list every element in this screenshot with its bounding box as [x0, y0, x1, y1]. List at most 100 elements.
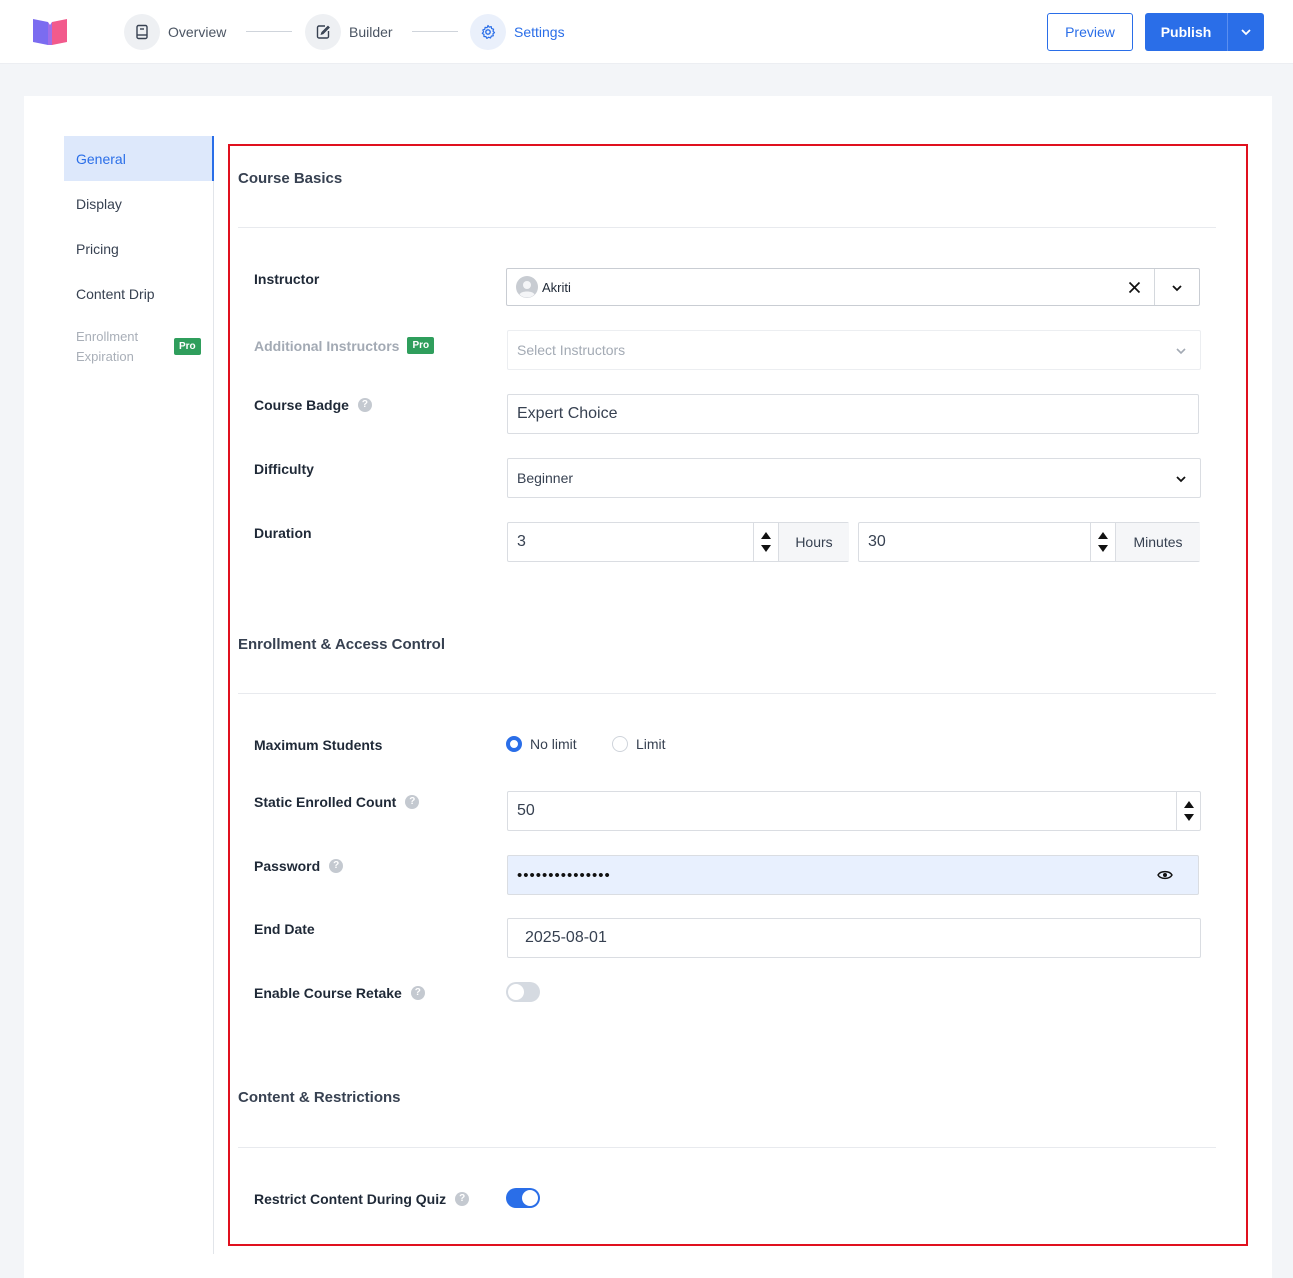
sidebar-item-display[interactable]: Display	[64, 181, 214, 226]
publish-options-button[interactable]	[1227, 13, 1264, 51]
step-settings[interactable]: Settings	[470, 14, 565, 50]
duration-label: Duration	[254, 525, 312, 541]
sidebar-item-enrollment-expiration: Enrollment Expiration Pro	[64, 327, 214, 371]
minutes-stepper[interactable]	[1090, 523, 1114, 561]
general-settings-panel	[228, 144, 1248, 1246]
chevron-down-icon	[1176, 348, 1186, 355]
step-label: Overview	[168, 24, 227, 40]
duration-hours-value: 3	[517, 533, 526, 550]
publish-button[interactable]: Publish	[1145, 13, 1227, 51]
pro-badge: Pro	[407, 337, 435, 354]
static-enrolled-value: 50	[517, 802, 535, 819]
decrement-icon[interactable]	[760, 545, 771, 552]
chevron-down-icon	[1241, 29, 1251, 36]
course-badge-label: Course Badge ?	[254, 397, 372, 413]
sidebar-item-content-drip[interactable]: Content Drip	[64, 271, 214, 316]
section-divider	[238, 693, 1216, 694]
chevron-down-icon	[1176, 476, 1186, 483]
avatar	[516, 276, 538, 298]
step-label: Builder	[349, 24, 393, 40]
step-connector	[412, 31, 458, 32]
minutes-unit: Minutes	[1115, 523, 1200, 561]
radio-unselected-icon	[612, 736, 628, 752]
restrict-quiz-toggle[interactable]	[506, 1188, 540, 1208]
sidebar-item-general[interactable]: General	[64, 136, 214, 181]
radio-no-limit[interactable]: No limit	[506, 736, 577, 752]
static-enrolled-input[interactable]: 50	[507, 791, 1201, 831]
book-icon	[124, 14, 160, 50]
password-input[interactable]: •••••••••••••••	[507, 855, 1199, 895]
section-divider	[238, 1147, 1216, 1148]
sidebar-item-label: Content Drip	[76, 285, 155, 302]
password-label: Password ?	[254, 858, 344, 874]
course-retake-label: Enable Course Retake ?	[254, 985, 425, 1001]
decrement-icon[interactable]	[1183, 814, 1194, 821]
logo-icon	[33, 19, 67, 45]
toggle-knob	[508, 984, 524, 1000]
radio-label: Limit	[636, 736, 666, 752]
instructor-value: Akriti	[542, 279, 571, 295]
additional-instructors-select: Select Instructors	[507, 330, 1201, 370]
edit-icon	[305, 14, 341, 50]
end-date-value: 2025-08-01	[525, 929, 607, 946]
decrement-icon[interactable]	[1097, 545, 1108, 552]
course-retake-toggle[interactable]	[506, 982, 540, 1002]
sidebar-item-label: General	[76, 150, 126, 167]
sidebar-item-pricing[interactable]: Pricing	[64, 226, 214, 271]
additional-instructors-label: Additional Instructors Pro	[254, 337, 435, 354]
radio-limit[interactable]: Limit	[612, 736, 666, 752]
settings-sidebar: General Display Pricing Content Drip Enr…	[64, 136, 214, 1254]
difficulty-value: Beginner	[517, 470, 574, 486]
select-separator	[1154, 269, 1155, 305]
sidebar-item-label: Expiration	[76, 349, 134, 364]
help-icon[interactable]: ?	[410, 986, 425, 1000]
instructor-label: Instructor	[254, 271, 320, 287]
section-title-enrollment: Enrollment & Access Control	[238, 636, 445, 653]
enrolled-stepper[interactable]	[1176, 792, 1200, 830]
section-divider	[238, 227, 1216, 228]
static-enrolled-label: Static Enrolled Count ?	[254, 794, 420, 810]
toggle-knob	[522, 1190, 538, 1206]
help-icon[interactable]: ?	[405, 795, 420, 809]
chevron-down-icon[interactable]	[1171, 284, 1183, 292]
restrict-quiz-label: Restrict Content During Quiz ?	[254, 1191, 470, 1207]
end-date-label: End Date	[254, 921, 315, 937]
step-connector	[246, 31, 292, 32]
eye-icon[interactable]	[1157, 869, 1173, 881]
sidebar-item-label: Enrollment	[76, 329, 139, 344]
duration-minutes-input[interactable]: 30 Minutes	[858, 522, 1200, 562]
step-label: Settings	[514, 24, 565, 40]
step-overview[interactable]: Overview	[124, 14, 226, 50]
password-value: •••••••••••••••	[517, 866, 611, 884]
instructor-select[interactable]: Akriti	[506, 268, 1200, 306]
help-icon[interactable]: ?	[357, 398, 372, 412]
step-builder[interactable]: Builder	[305, 14, 393, 50]
hours-stepper[interactable]	[753, 523, 777, 561]
preview-button[interactable]: Preview	[1047, 13, 1133, 51]
help-icon[interactable]: ?	[455, 1192, 470, 1206]
top-bar: Overview Builder Settings Preview Publis…	[0, 0, 1293, 64]
close-icon[interactable]	[1128, 281, 1141, 294]
section-title-course-basics: Course Basics	[238, 170, 343, 187]
gear-icon	[470, 14, 506, 50]
duration-minutes-value: 30	[868, 533, 886, 550]
end-date-input[interactable]: 2025-08-01	[507, 918, 1201, 958]
radio-label: No limit	[530, 736, 577, 752]
difficulty-select[interactable]: Beginner	[507, 458, 1201, 498]
increment-icon[interactable]	[1183, 801, 1194, 808]
help-icon[interactable]: ?	[329, 859, 344, 873]
sidebar-item-label: Display	[76, 195, 122, 212]
increment-icon[interactable]	[760, 532, 771, 539]
max-students-label: Maximum Students	[254, 737, 383, 753]
radio-selected-icon	[506, 736, 522, 752]
duration-hours-input[interactable]: 3 Hours	[507, 522, 849, 562]
additional-instructors-placeholder: Select Instructors	[517, 342, 626, 358]
course-badge-input[interactable]: Expert Choice	[507, 394, 1199, 434]
course-badge-value: Expert Choice	[517, 405, 618, 422]
sidebar-item-label: Pricing	[76, 240, 119, 257]
pro-badge: Pro	[174, 338, 201, 355]
difficulty-label: Difficulty	[254, 461, 314, 477]
section-title-content: Content & Restrictions	[238, 1089, 401, 1106]
increment-icon[interactable]	[1097, 532, 1108, 539]
hours-unit: Hours	[778, 523, 849, 561]
